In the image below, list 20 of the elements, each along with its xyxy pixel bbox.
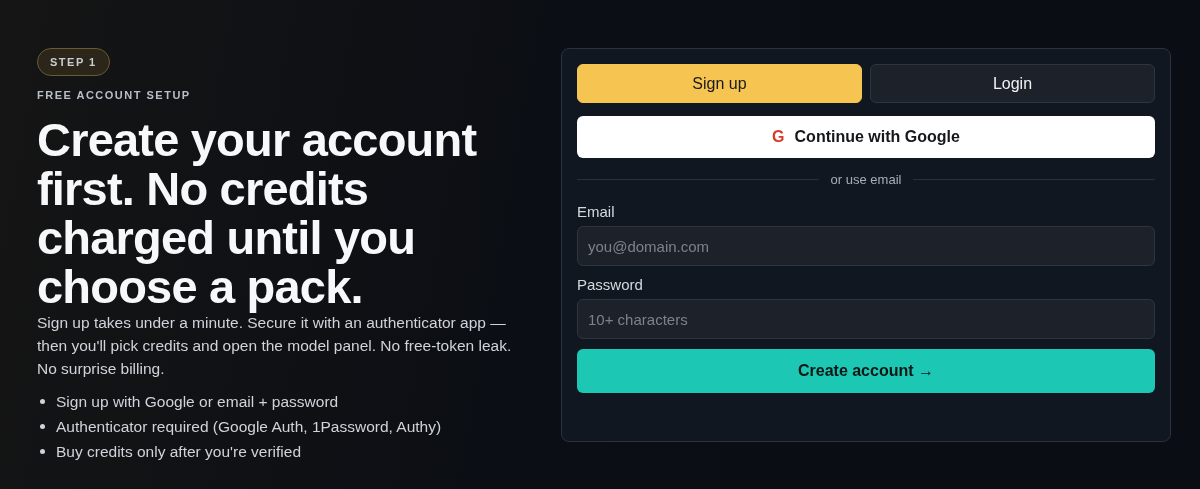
field-label: Password bbox=[577, 276, 644, 293]
input-field[interactable]: 10+ characters bbox=[577, 299, 1155, 339]
bullet-text: Sign up with Google or email + password bbox=[56, 392, 339, 411]
bullet-dot bbox=[40, 449, 45, 454]
tab[interactable]: Sign up bbox=[577, 64, 862, 103]
input-field[interactable]: you@domain.com bbox=[577, 226, 1155, 266]
headline: Create your account first. No credits charged until you choose a pack. bbox=[37, 115, 478, 311]
bullet-dot bbox=[40, 424, 45, 429]
g-logo: G bbox=[772, 128, 785, 146]
tab[interactable]: Login bbox=[870, 64, 1155, 103]
field-label: Email bbox=[577, 203, 616, 220]
google-button[interactable]: G Continue with Google bbox=[577, 116, 1155, 158]
description: Sign up takes under a minute. Secure it with an authenticator app — then you'll pick credits and open the model panel. No free-token leak. No surprise billing. bbox=[37, 313, 513, 379]
eyebrow-label: FREE ACCOUNT SETUP bbox=[37, 89, 191, 101]
create-account-button[interactable]: Create account → bbox=[577, 349, 1155, 393]
step-badge: STEP 1 bbox=[37, 48, 110, 76]
divider-text: or use email bbox=[830, 172, 902, 187]
bullet-text: Buy credits only after you're verified bbox=[56, 442, 302, 461]
bullet-text: Authenticator required (Google Auth, 1Password, Authy) bbox=[56, 417, 442, 436]
bullet-dot bbox=[40, 399, 45, 404]
